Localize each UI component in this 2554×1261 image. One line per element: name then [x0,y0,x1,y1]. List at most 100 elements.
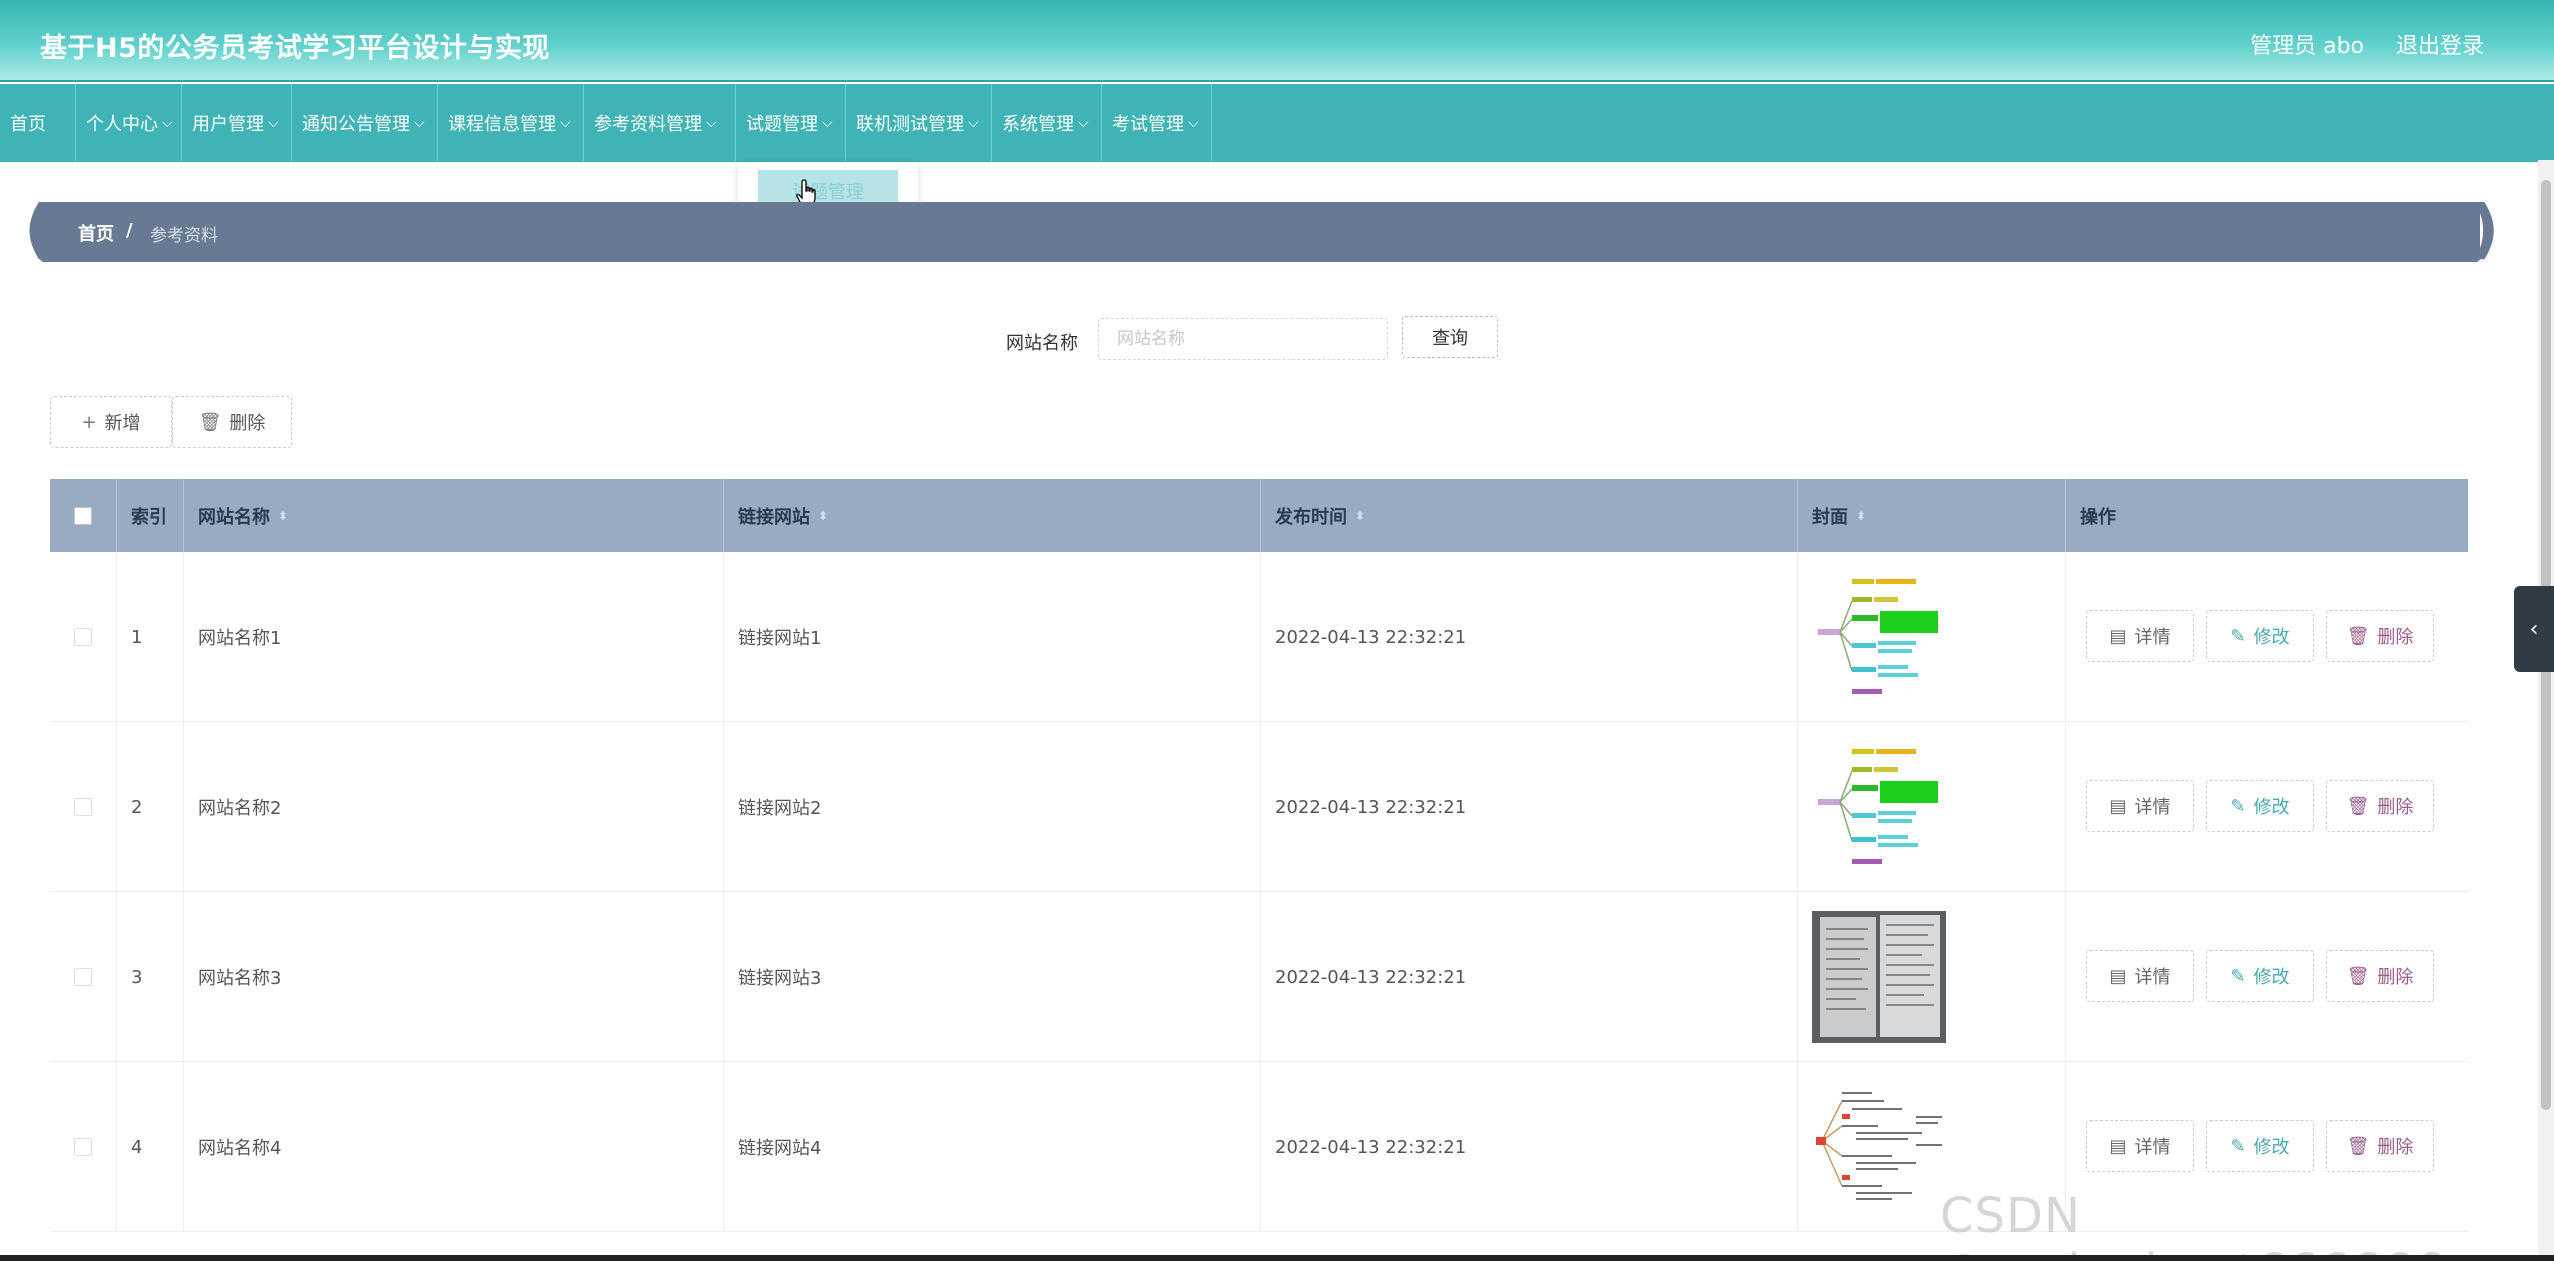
search-button[interactable]: 查询 [1402,316,1498,358]
header-name[interactable]: 网站名称 ⬍ [184,479,724,552]
sort-icon[interactable]: ⬍ [818,510,828,522]
edit-button[interactable]: ✎ 修改 [2206,950,2314,1002]
plus-icon: + [81,411,97,433]
document-icon: ▤ [2109,625,2127,647]
nav-item-home[interactable]: 首页 [0,84,76,162]
trash-icon: 🗑 [2346,625,2370,647]
cover-thumbnail[interactable] [1812,1081,1946,1213]
collapse-panel-button[interactable]: ‹ [2514,586,2554,672]
chevron-down-icon: ⌵ [560,115,571,131]
row-select-cell [50,892,117,1062]
watermark: CSDN @springboot666666 [1940,1188,2445,1261]
nav-label: 联机测试管理 [856,114,964,135]
pencil-icon: ✎ [2230,965,2246,987]
edit-button[interactable]: ✎ 修改 [2206,610,2314,662]
chevron-down-icon: ⌵ [414,115,425,131]
chevron-down-icon: ⌵ [968,115,979,131]
cell-index: 3 [117,892,184,1062]
main-nav: 首页 个人中心 ⌵ 用户管理 ⌵ 通知公告管理 ⌵ 课程信息管理 ⌵ 参考资料管理 ⌵ 试… [0,84,2554,162]
detail-button[interactable]: ▤ 详情 [2086,1120,2194,1172]
header-time[interactable]: 发布时间 ⬍ [1261,479,1798,552]
document-icon: ▤ [2109,965,2127,987]
breadcrumb-separator: / [126,220,133,241]
cover-thumbnail[interactable] [1812,911,1946,1043]
current-user: 管理员 abo [2250,34,2364,59]
detail-label: 详情 [2134,1137,2171,1158]
detail-button[interactable]: ▤ 详情 [2086,950,2194,1002]
detail-label: 详情 [2134,797,2171,818]
row-checkbox[interactable] [74,1138,92,1156]
cell-time: 2022-04-13 22:32:21 [1261,1062,1798,1232]
chevron-down-icon: ⌵ [1078,115,1089,131]
cell-index: 4 [117,1062,184,1232]
cell-name: 网站名称4 [184,1062,724,1232]
delete-label: 删除 [2377,627,2414,648]
nav-item-exam-management[interactable]: 考试管理 ⌵ [1102,84,1212,162]
select-all-checkbox[interactable] [74,506,92,525]
nav-item-online-test-management[interactable]: 联机测试管理 ⌵ [846,84,992,162]
cell-time: 2022-04-13 22:32:21 [1261,892,1798,1062]
vertical-scrollbar[interactable] [2538,160,2554,1260]
nav-label: 系统管理 [1002,114,1074,135]
sort-icon[interactable]: ⬍ [1856,510,1866,522]
sort-icon[interactable]: ⬍ [278,510,288,522]
edit-button[interactable]: ✎ 修改 [2206,780,2314,832]
app-title: 基于H5的公务员考试学习平台设计与实现 [40,33,550,64]
delete-label: 删除 [2377,1137,2414,1158]
cover-thumbnail[interactable] [1812,741,1946,873]
nav-label: 试题管理 [746,114,818,135]
delete-label: 删除 [2377,797,2414,818]
cell-ops: ▤ 详情 ✎ 修改 🗑 删除 [2066,892,2468,1062]
nav-item-system-management[interactable]: 系统管理 ⌵ [992,84,1102,162]
chevron-down-icon: ⌵ [162,115,173,131]
table-row: 3 网站名称3 链接网站3 2022-04-13 22:32:21 ▤ 详情 ✎… [50,892,2468,1062]
cell-cover [1798,892,2066,1062]
row-checkbox[interactable] [74,968,92,986]
nav-item-notice-management[interactable]: 通知公告管理 ⌵ [292,84,438,162]
detail-button[interactable]: ▤ 详情 [2086,610,2194,662]
delete-button[interactable]: 🗑 删除 [2326,950,2434,1002]
header-cover-label: 封面 [1812,506,1848,528]
cell-cover [1798,552,2066,722]
edit-button[interactable]: ✎ 修改 [2206,1120,2314,1172]
nav-item-personal-center[interactable]: 个人中心 ⌵ [76,84,182,162]
delete-button[interactable]: 🗑 删除 [2326,780,2434,832]
add-button[interactable]: + 新增 [50,396,172,448]
chevron-left-icon: ‹ [2529,616,2539,642]
header-ops-label: 操作 [2080,506,2116,528]
header-ops: 操作 [2066,479,2468,552]
row-select-cell [50,552,117,722]
trash-icon: 🗑 [198,411,222,433]
cover-thumbnail[interactable] [1812,571,1946,703]
pencil-icon: ✎ [2230,795,2246,817]
row-select-cell [50,1062,117,1232]
nav-item-question-management[interactable]: 试题管理 ⌵ [736,84,846,162]
add-button-label: 新增 [104,413,141,434]
nav-item-reference-management[interactable]: 参考资料管理 ⌵ [584,84,736,162]
cell-link: 链接网站3 [724,892,1261,1062]
nav-item-course-management[interactable]: 课程信息管理 ⌵ [438,84,584,162]
breadcrumb-current: 参考资料 [150,226,218,246]
document-icon: ▤ [2109,1135,2127,1157]
nav-item-user-management[interactable]: 用户管理 ⌵ [182,84,292,162]
header-cover[interactable]: 封面 ⬍ [1798,479,2066,552]
header-name-label: 网站名称 [198,506,270,528]
batch-delete-button[interactable]: 🗑 删除 [172,396,292,448]
row-checkbox[interactable] [74,628,92,646]
cell-index: 2 [117,722,184,892]
breadcrumb-home[interactable]: 首页 [78,220,114,246]
sort-icon[interactable]: ⬍ [1355,510,1365,522]
detail-button[interactable]: ▤ 详情 [2086,780,2194,832]
table-row: 1 网站名称1 链接网站1 2022-04-13 22:32:21 ▤ 详情 ✎ 修… [50,552,2468,722]
cell-link: 链接网站2 [724,722,1261,892]
delete-button[interactable]: 🗑 删除 [2326,610,2434,662]
search-input[interactable] [1098,318,1388,360]
nav-label: 个人中心 [86,114,158,135]
header-link-label: 链接网站 [738,506,810,528]
delete-button[interactable]: 🗑 删除 [2326,1120,2434,1172]
row-checkbox[interactable] [74,798,92,816]
trash-icon: 🗑 [2346,795,2370,817]
cell-cover [1798,722,2066,892]
header-link[interactable]: 链接网站 ⬍ [724,479,1261,552]
logout-link[interactable]: 退出登录 [2396,28,2484,60]
